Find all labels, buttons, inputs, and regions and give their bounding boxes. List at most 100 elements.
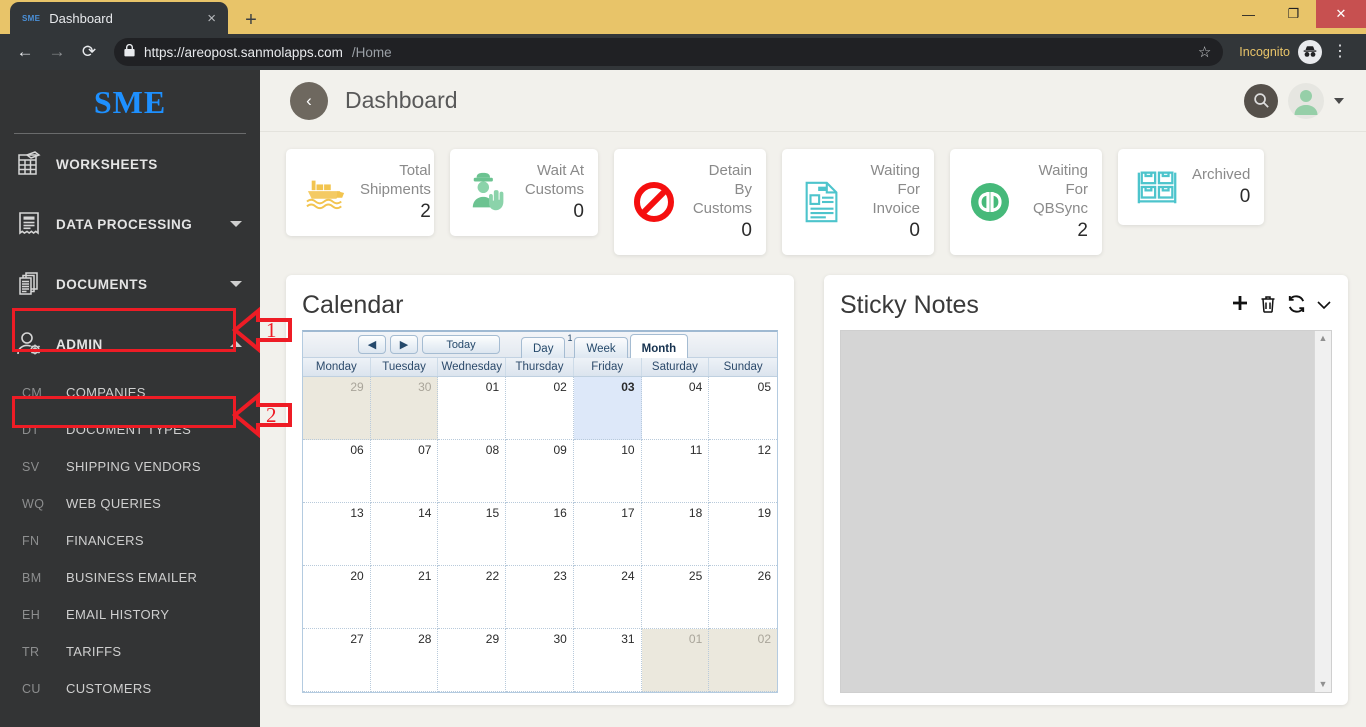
calendar-day-cell[interactable]: 07 [370, 440, 439, 503]
sidebar-subitem-financers[interactable]: FN FINANCERS [0, 522, 260, 559]
calendar-day-cell[interactable]: 17 [573, 503, 642, 566]
stat-card-archived[interactable]: Archived 0 [1118, 149, 1264, 225]
address-bar[interactable]: https://areopost.sanmolapps.com/Home ☆ [114, 38, 1224, 66]
calendar-day-cell[interactable]: 28 [370, 629, 439, 692]
calendar-today-button[interactable]: Today [422, 335, 500, 354]
delete-note-icon[interactable] [1259, 294, 1277, 318]
sidebar-subitem-document-types[interactable]: DT DOCUMENT TYPES [0, 411, 260, 448]
calendar-day-cell[interactable]: 31 [573, 629, 642, 692]
calendar-prev-button[interactable]: ◀ [358, 335, 386, 354]
expand-notes-chevron-down-icon[interactable] [1316, 296, 1332, 315]
back-button[interactable]: ‹ [290, 81, 328, 120]
forward-icon[interactable]: → [42, 37, 72, 67]
sidebar-item-worksheets[interactable]: WORKSHEETS [0, 134, 260, 194]
minimize-button[interactable]: — [1226, 0, 1271, 28]
sidebar-item-label: WORKSHEETS [56, 156, 158, 172]
incognito-avatar-icon[interactable] [1298, 40, 1322, 64]
subitem-abbr: CU [22, 681, 41, 696]
sidebar-item-documents[interactable]: DOCUMENTS [0, 254, 260, 314]
calendar-day-cell[interactable]: 04 [641, 377, 710, 440]
subitem-abbr: CM [22, 385, 43, 400]
calendar-day-cell[interactable]: 02 [709, 629, 777, 692]
calendar-day-cell[interactable]: 22 [438, 566, 507, 629]
calendar-day-cell[interactable]: 18 [641, 503, 710, 566]
sidebar-item-admin[interactable]: ADMIN [0, 314, 260, 374]
calendar-day-cell[interactable]: 23 [506, 566, 574, 629]
refresh-notes-icon[interactable] [1286, 294, 1307, 318]
calendar-day-cell[interactable]: 15 [438, 503, 507, 566]
cargo-ship-icon [300, 167, 352, 219]
sidebar-item-data-processing[interactable]: DATA PROCESSING [0, 194, 260, 254]
calendar-day-cell[interactable]: 11 [641, 440, 710, 503]
sidebar-subitem-customers[interactable]: CU CUSTOMERS [0, 670, 260, 707]
calendar-day-cell[interactable]: 09 [506, 440, 574, 503]
avatar[interactable] [1288, 82, 1324, 119]
calendar-day-cell[interactable]: 29 [438, 629, 507, 692]
calendar-day-cell[interactable]: 05 [709, 377, 777, 440]
calendar-day-cell[interactable]: 14 [370, 503, 439, 566]
sticky-notes-body[interactable]: ▲ ▼ [840, 330, 1332, 693]
stat-card-detain-by-customs[interactable]: Detain By Customs 0 [614, 149, 766, 255]
browser-menu-icon[interactable]: ⋮ [1324, 44, 1356, 60]
browser-tab[interactable]: SME Dashboard × [10, 2, 228, 34]
day-name: Tuesday [371, 358, 439, 376]
calendar-day-cell[interactable]: 16 [506, 503, 574, 566]
calendar-day-cell[interactable]: 24 [573, 566, 642, 629]
sidebar-subitem-tariffs[interactable]: TR TARIFFS [0, 633, 260, 670]
calendar-view-week[interactable]: Week [574, 336, 628, 358]
sidebar-subitem-business-emailer[interactable]: BM BUSINESS EMAILER [0, 559, 260, 596]
back-icon[interactable]: ← [10, 37, 40, 67]
calendar-day-cell[interactable]: 01 [438, 377, 507, 440]
calendar-day-cell[interactable]: 03 [573, 377, 642, 440]
sidebar-subitem-email-history[interactable]: EH EMAIL HISTORY [0, 596, 260, 633]
calendar-day-cell[interactable]: 10 [573, 440, 642, 503]
calendar-day-cell[interactable]: 30 [506, 629, 574, 692]
sidebar-subitem-companies[interactable]: CM COMPANIES [0, 374, 260, 411]
add-note-icon[interactable] [1230, 294, 1250, 318]
calendar-day-cell[interactable]: 12 [709, 440, 777, 503]
calendar-day-cell[interactable]: 02 [506, 377, 574, 440]
scroll-down-icon[interactable]: ▼ [1319, 680, 1328, 689]
calendar-day-cell[interactable]: 20 [303, 566, 371, 629]
calendar-view-month[interactable]: Month [629, 333, 689, 358]
calendar-day-cell[interactable]: 06 [303, 440, 371, 503]
chevron-up-icon[interactable] [230, 341, 242, 347]
calendar-view-day[interactable]: Day [521, 336, 566, 358]
sidebar-subitem-shipping-vendors[interactable]: SV SHIPPING VENDORS [0, 448, 260, 485]
chevron-down-icon[interactable] [230, 221, 242, 227]
calendar-day-cell[interactable]: 13 [303, 503, 371, 566]
subitem-label: TARIFFS [66, 644, 122, 659]
chevron-down-icon[interactable] [230, 281, 242, 287]
stat-card-total-shipments[interactable]: Total Shipments 2 [286, 149, 434, 236]
bookmark-star-icon[interactable]: ☆ [1198, 43, 1213, 61]
search-button[interactable] [1244, 83, 1278, 118]
close-icon[interactable]: × [203, 11, 220, 26]
calendar-day-cell[interactable]: 29 [303, 377, 371, 440]
calendar-day-cell[interactable]: 19 [709, 503, 777, 566]
calendar-day-cell[interactable]: 21 [370, 566, 439, 629]
subitem-abbr: TR [22, 644, 40, 659]
stat-card-waiting-for-qbsync[interactable]: Waiting For QBSync 2 [950, 149, 1102, 255]
maximize-button[interactable]: ❐ [1271, 0, 1316, 28]
calendar-day-cell[interactable]: 30 [370, 377, 439, 440]
reload-icon[interactable]: ⟳ [74, 37, 104, 67]
calendar-next-button[interactable]: ▶ [390, 335, 418, 354]
url-host: https://areopost.sanmolapps.com [144, 44, 343, 60]
scroll-up-icon[interactable]: ▲ [1319, 334, 1328, 343]
calendar-day-cell[interactable]: 08 [438, 440, 507, 503]
calendar-day-cell[interactable]: 01 [641, 629, 710, 692]
subitem-label: BUSINESS EMAILER [66, 570, 198, 585]
url-path: /Home [351, 44, 392, 60]
stat-card-waiting-for-invoice[interactable]: Waiting For Invoice 0 [782, 149, 934, 255]
sticky-notes-scrollbar[interactable]: ▲ ▼ [1314, 331, 1331, 692]
calendar-day-cell[interactable]: 26 [709, 566, 777, 629]
chevron-down-icon[interactable] [1334, 97, 1344, 104]
new-tab-button[interactable]: + [238, 10, 264, 30]
sidebar-subitem-web-queries[interactable]: WQ WEB QUERIES [0, 485, 260, 522]
stat-card-wait-at-customs[interactable]: Wait At Customs 0 [450, 149, 598, 236]
calendar-day-cell[interactable]: 27 [303, 629, 371, 692]
calendar-day-cell[interactable]: 25 [641, 566, 710, 629]
stat-card-value: 0 [909, 220, 920, 241]
window-close-button[interactable]: ✕ [1316, 0, 1366, 28]
page-header: ‹ Dashboard [260, 70, 1366, 132]
